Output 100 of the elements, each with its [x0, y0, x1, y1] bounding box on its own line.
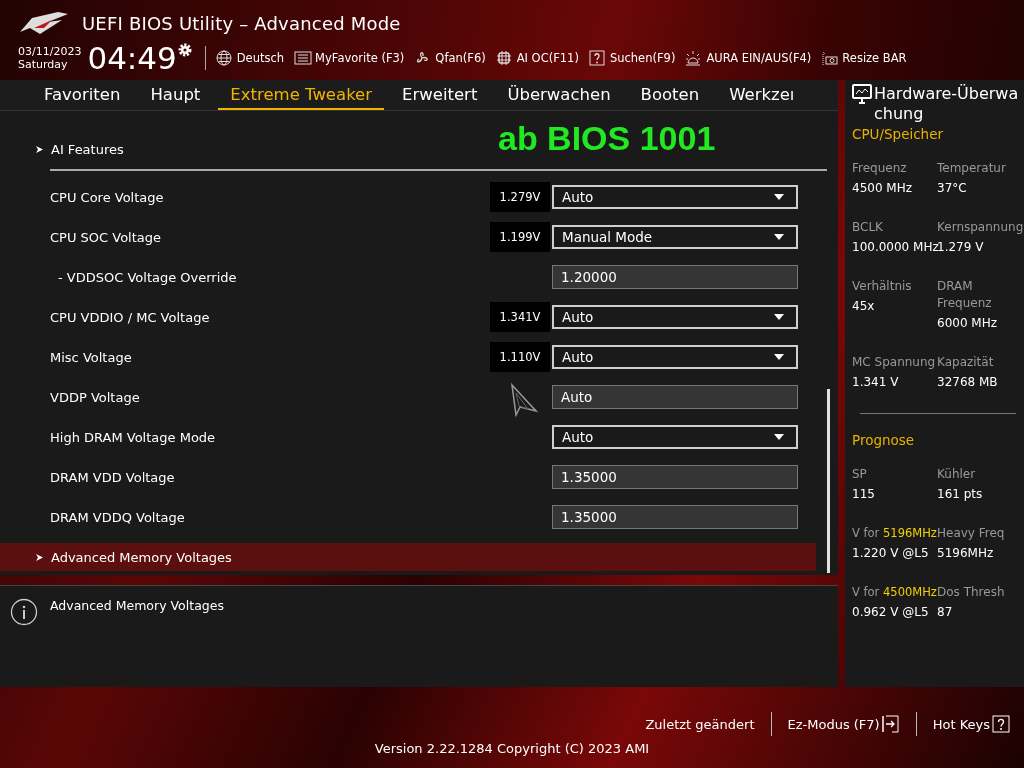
caret-icon: [774, 234, 784, 240]
stat-label: Dos Thresh: [937, 585, 1005, 599]
panel-title: Hardware-Überwachung: [874, 84, 1020, 124]
stat-label: V for: [852, 585, 880, 599]
setting-label: CPU SOC Voltage: [49, 229, 163, 245]
stat-label: MC Spannung: [852, 355, 936, 369]
logo-icon: [18, 10, 70, 36]
input-field[interactable]: Auto: [552, 385, 798, 409]
stat-value: 32768 MB: [937, 374, 999, 391]
footer-link[interactable]: Zuletzt geändert: [645, 716, 755, 732]
info-icon: [10, 598, 38, 626]
help-icon: [588, 50, 607, 66]
date-text: 03/11/2023: [18, 45, 82, 58]
version-text: Version 2.22.1284 Copyright (C) 2023 AMI: [374, 741, 650, 756]
help-icon: [992, 715, 1010, 733]
stat-highlight: 4500MHz: [883, 585, 937, 599]
chevron-icon: [35, 552, 44, 562]
stat-label: Temperatur: [937, 161, 1006, 175]
menu-item[interactable]: Advanced Memory Voltages: [51, 549, 232, 565]
stat-highlight: 5196MHz: [883, 526, 937, 540]
caret-icon: [774, 194, 784, 200]
caret-icon: [774, 314, 784, 320]
stat-value: 6000 MHz: [937, 315, 999, 332]
stat-label: Kapazität: [937, 355, 994, 369]
setting-label: Misc Voltage: [49, 349, 133, 365]
voltage-reading: 1.199V: [490, 222, 550, 252]
setting-label: High DRAM Voltage Mode: [49, 429, 217, 445]
stat-value: 5196MHz: [937, 545, 995, 562]
scrollbar-icon: [827, 389, 831, 573]
window-title: UEFI BIOS Utility – Advanced Mode: [82, 12, 401, 34]
input-field[interactable]: 1.20000: [552, 265, 798, 289]
exit-icon: [881, 715, 900, 733]
settings-icon[interactable]: [176, 42, 193, 58]
stat-value: 161 pts: [937, 486, 984, 503]
stat-value: 1.341 V: [852, 374, 900, 391]
setting-label: CPU Core Voltage: [49, 189, 165, 205]
tab[interactable]: Werkzeı: [717, 80, 807, 110]
footer-link[interactable]: Ez-Modus (F7): [787, 715, 900, 733]
stat-label: SP: [852, 467, 867, 481]
input-field[interactable]: 1.35000: [552, 465, 798, 489]
dropdown[interactable]: Manual Mode: [552, 225, 798, 249]
stat-label: Frequenz: [852, 161, 907, 175]
toolbar-button[interactable]: Suchen(F9): [588, 50, 676, 66]
stat-value: 100.0000 MHz: [852, 239, 937, 256]
stat-value: 1.220 V @L5: [852, 545, 930, 562]
section-title: CPU/Speicher: [852, 126, 945, 142]
stat-label: BCLK: [852, 220, 883, 234]
section-title: Prognose: [852, 432, 916, 448]
clock-time: 04:49: [87, 41, 177, 75]
stat-label: V for: [852, 526, 880, 540]
stat-value: 37°C: [937, 180, 968, 197]
gpu-icon: [821, 50, 840, 66]
list-icon: [294, 50, 313, 66]
voltage-reading: 1.279V: [490, 182, 550, 212]
stat-value: 4500 MHz: [852, 180, 914, 197]
stat-label: Heavy Freq: [937, 526, 1005, 540]
cursor-icon: [510, 383, 538, 417]
voltage-reading: 1.110V: [490, 342, 550, 372]
setting-label: DRAM VDDQ Voltage: [49, 509, 186, 525]
stat-label: Verhältnis: [852, 279, 912, 293]
stat-value: 45x: [852, 298, 876, 315]
setting-label: - VDDSOC Voltage Override: [57, 269, 238, 285]
dropdown[interactable]: Auto: [552, 345, 798, 369]
toolbar-button[interactable]: Qfan(F6): [414, 50, 486, 66]
toolbar-button[interactable]: AURA EIN/AUS(F4): [685, 50, 812, 66]
tab[interactable]: Haupt: [138, 80, 213, 110]
globe-icon: [215, 50, 234, 66]
footer-link[interactable]: Hot Keys: [932, 715, 1010, 733]
stat-value: 1.279 V: [937, 239, 985, 256]
input-field[interactable]: 1.35000: [552, 505, 798, 529]
dropdown[interactable]: Auto: [552, 305, 798, 329]
toolbar-button[interactable]: AI OC(F11): [495, 50, 579, 66]
caret-icon: [774, 434, 784, 440]
chip-icon: [495, 50, 514, 66]
toolbar-button[interactable]: Resize BAR: [821, 50, 907, 66]
monitor-icon: [852, 84, 872, 104]
setting-label: DRAM VDD Voltage: [49, 469, 176, 485]
stat-value: 87: [937, 604, 954, 621]
stat-value: 115: [852, 486, 876, 503]
toolbar-button[interactable]: Deutsch: [215, 50, 285, 66]
dropdown[interactable]: Auto: [552, 425, 798, 449]
menu-item[interactable]: AI Features: [51, 141, 124, 157]
caret-icon: [774, 354, 784, 360]
stat-value: 0.962 V @L5: [852, 604, 930, 621]
chevron-icon: [35, 144, 44, 154]
tab[interactable]: Überwachen: [495, 80, 623, 110]
toolbar-button[interactable]: MyFavorite (F3): [294, 50, 405, 66]
tab[interactable]: Booten: [628, 80, 712, 110]
stat-label: Kühler: [937, 467, 976, 481]
setting-label: VDDP Voltage: [49, 389, 141, 405]
day-text: Saturday: [18, 58, 69, 71]
setting-label: CPU VDDIO / MC Voltage: [49, 309, 211, 325]
help-text: Advanced Memory Voltages: [50, 598, 224, 613]
dropdown[interactable]: Auto: [552, 185, 798, 209]
selected-row[interactable]: Advanced Memory Voltages: [0, 543, 816, 571]
tab[interactable]: Favoriten: [32, 80, 133, 110]
annotation-text: ab BIOS 1001: [498, 119, 716, 158]
tab[interactable]: Erweitert: [390, 80, 490, 110]
stat-label: Kernspannung: [937, 220, 1024, 234]
voltage-reading: 1.341V: [490, 302, 550, 332]
